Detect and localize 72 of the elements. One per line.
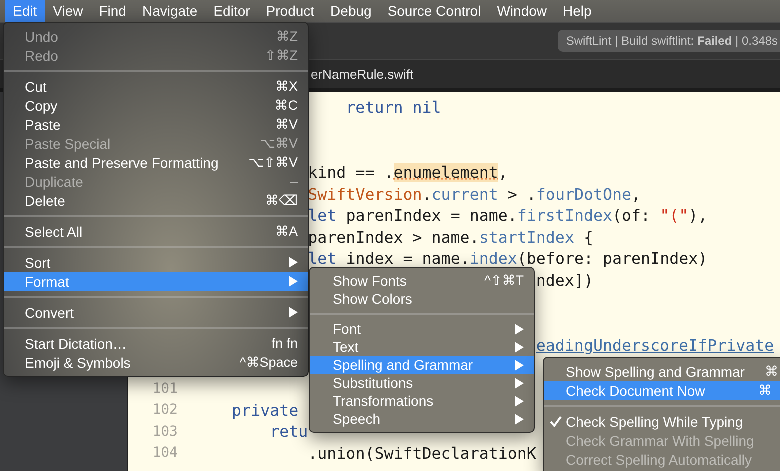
shortcut-label: ^⌘Space	[240, 354, 298, 370]
shortcut-label: ⌘	[758, 382, 772, 398]
menu-item[interactable]: Spelling and Grammar	[310, 356, 534, 374]
code-line: retu	[270, 422, 308, 442]
code-line: let index = name.index(before: parenIndex)	[308, 249, 708, 268]
menu-bar-item[interactable]: Debug	[322, 0, 380, 22]
shortcut-label: ⌘X	[275, 78, 298, 94]
submenu-arrow-icon	[515, 414, 524, 424]
submenu-arrow-icon	[515, 324, 524, 334]
submenu-arrow-icon	[515, 378, 524, 388]
menu-bar-item[interactable]: Edit	[5, 0, 46, 22]
menu-item[interactable]: Emoji & Symbols ^⌘Space	[4, 353, 308, 372]
code-line: .union(SwiftDeclarationK	[308, 444, 536, 463]
submenu-arrow-icon	[515, 360, 524, 370]
menu-item[interactable]: Copy ⌘C	[4, 96, 308, 115]
submenu-arrow-icon	[289, 307, 298, 318]
shortcut-label: ^⇧⌘T	[484, 273, 524, 289]
code-line: private	[232, 400, 299, 420]
submenu-arrow-icon	[515, 342, 524, 352]
line-number: 102	[152, 402, 178, 418]
menu-bar-item[interactable]: Source Control	[380, 0, 490, 22]
menu-item[interactable]: Font	[310, 320, 534, 338]
code-line: return nil	[346, 98, 442, 118]
menu-item[interactable]: Transformations	[310, 392, 534, 410]
shortcut-label: ⌘A	[275, 224, 298, 240]
menu-item[interactable]: Delete ⌘⌫	[4, 191, 308, 210]
menu-item[interactable]: Paste ⌘V	[4, 115, 308, 134]
submenu-arrow-icon	[289, 257, 298, 268]
menu-item[interactable]: Convert	[4, 303, 308, 322]
code-line: eadingUnderscoreIfPrivate	[536, 336, 774, 355]
shortcut-label: ⌘C	[274, 98, 298, 114]
code-line: SwiftVersion.current > .fourDotOne,	[308, 184, 642, 204]
submenu-arrow-icon	[515, 396, 524, 406]
menu-item[interactable]: Show Colors	[310, 290, 534, 308]
menu-item[interactable]: Substitutions	[310, 374, 534, 392]
line-number: 103	[152, 424, 178, 440]
menu-bar-item[interactable]: View	[45, 0, 92, 22]
menu-bar-item[interactable]: Find	[91, 0, 134, 22]
menu-item[interactable]: Check Document Now ⌘	[544, 381, 780, 400]
menu-item[interactable]: Show Fonts ^⇧⌘T	[310, 272, 534, 290]
build-status: SwiftLint | Build swiftlint: Failed | 0.348s	[558, 30, 780, 52]
shortcut-label: ⌥⇧⌘V	[248, 154, 298, 170]
menu-bar-item[interactable]: Help	[555, 0, 600, 22]
code-line: let parenIndex = name.firstIndex(of: "("),	[308, 206, 708, 226]
menu-item[interactable]: Format	[4, 272, 308, 291]
file-tab[interactable]: erNameRule.swift	[311, 66, 414, 82]
code-line: ndex])	[536, 271, 594, 290]
submenu-arrow-icon	[289, 276, 298, 287]
menu-item[interactable]: Speech	[310, 410, 534, 428]
shortcut-label: ⇧⌘Z	[264, 48, 298, 64]
menu-item[interactable]: Start Dictation… fn fn	[4, 334, 308, 353]
line-number: 101	[152, 380, 178, 397]
menu-item[interactable]: Show Spelling and Grammar ⌘	[544, 362, 780, 381]
menu-item[interactable]: Paste and Preserve Formatting ⌥⇧⌘V	[4, 153, 308, 172]
shortcut-label: ⌥⌘V	[260, 136, 298, 152]
menu-item[interactable]: Cut ⌘X	[4, 77, 308, 96]
shortcut-label: ⌘⌫	[265, 192, 298, 208]
menu-item[interactable]: Select All ⌘A	[4, 222, 308, 241]
menu-item[interactable]: Sort	[4, 253, 308, 272]
shortcut-label: ⌘	[764, 364, 778, 380]
line-number: 104	[152, 445, 178, 462]
menu-item[interactable]: Text	[310, 338, 534, 356]
menu-bar-item[interactable]: Editor	[206, 0, 258, 22]
menu-bar-item[interactable]: Window	[489, 0, 555, 22]
code-line: parenIndex > name.startIndex {	[308, 228, 594, 247]
menu-bar-item[interactable]: Product	[258, 0, 323, 22]
shortcut-label: ⌘Z	[276, 28, 298, 44]
menu-bar-item[interactable]: Navigate	[134, 0, 206, 22]
shortcut-label: fn fn	[272, 336, 298, 351]
shortcut-label: –	[290, 174, 298, 189]
menu-item[interactable]: Check Spelling While Typing	[544, 412, 780, 431]
shortcut-label: ⌘V	[275, 116, 298, 132]
